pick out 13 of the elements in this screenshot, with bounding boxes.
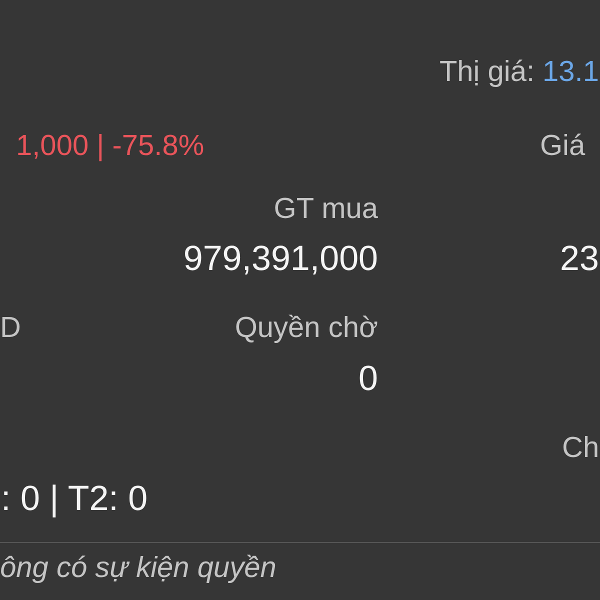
field-label: D [0, 310, 21, 346]
field-label: Ch [562, 430, 600, 466]
field-value: 0 [358, 358, 378, 400]
profit-loss-value: 1,000 | -75.8% [16, 128, 204, 164]
field-label: GT mua [274, 192, 378, 226]
field-label: Giá [540, 128, 586, 164]
field-value: : 0 | T2: 0 [1, 478, 148, 520]
rights-event-note: ông có sự kiện quyền [0, 551, 276, 586]
field-label: Quyền chờ [234, 310, 378, 346]
field-value: 23 [560, 238, 599, 280]
field-value: 979,391,000 [183, 238, 378, 280]
market-price-value: 13.1 [542, 54, 599, 90]
market-price-label: Thị giá: [439, 54, 535, 90]
